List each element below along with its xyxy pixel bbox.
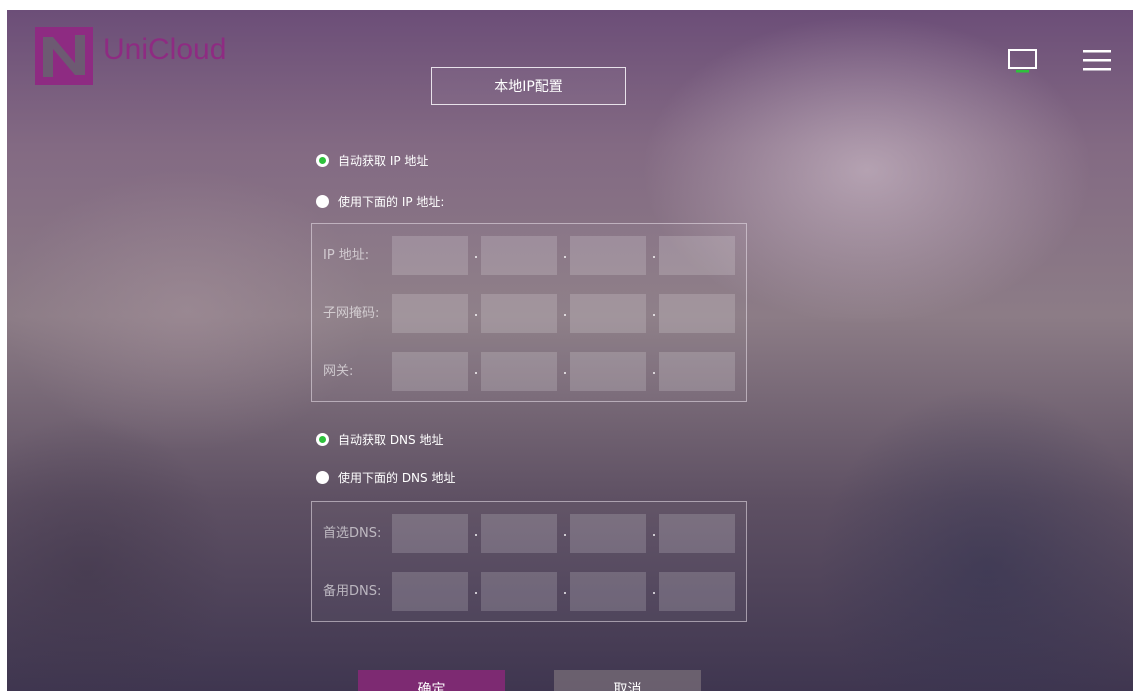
octet-separator: [475, 592, 477, 594]
cancel-button[interactable]: 取消: [554, 670, 701, 691]
alternate-dns-octet-4[interactable]: [659, 572, 735, 611]
octet-separator: [653, 534, 655, 536]
radio-checked-icon: [316, 433, 329, 446]
octet-separator: [653, 256, 655, 258]
octet-separator: [564, 372, 566, 374]
octet-separator: [564, 592, 566, 594]
alternate-dns-row: 备用DNS:: [312, 572, 748, 611]
octet-separator: [653, 372, 655, 374]
dns-manual-radio[interactable]: 使用下面的 DNS 地址: [316, 469, 455, 486]
octet-separator: [564, 534, 566, 536]
octet-separator: [564, 314, 566, 316]
octet-separator: [475, 534, 477, 536]
radio-unchecked-icon: [316, 195, 329, 208]
octet-separator: [564, 256, 566, 258]
preferred-dns-octet-2[interactable]: [481, 514, 557, 553]
preferred-dns-octet-3[interactable]: [570, 514, 646, 553]
ip-address-label: IP 地址:: [323, 248, 370, 263]
ip-auto-radio[interactable]: 自动获取 IP 地址: [316, 152, 428, 169]
octet-separator: [475, 372, 477, 374]
ip-address-row: IP 地址:: [312, 236, 748, 275]
preferred-dns-octet-4[interactable]: [659, 514, 735, 553]
preferred-dns-row: 首选DNS:: [312, 514, 748, 553]
ip-address-octet-1[interactable]: [392, 236, 468, 275]
ip-manual-label: 使用下面的 IP 地址:: [338, 195, 445, 209]
display-icon[interactable]: [1007, 48, 1039, 78]
gateway-octet-1[interactable]: [392, 352, 468, 391]
dns-auto-label: 自动获取 DNS 地址: [338, 433, 444, 447]
app-screen: UniCloud 本地IP配置 自动获取 IP 地址 使用下面的 IP 地址: …: [7, 10, 1133, 691]
gateway-row: 网关:: [312, 352, 748, 391]
subnet-mask-octet-2[interactable]: [481, 294, 557, 333]
dns-settings-panel: 首选DNS: 备用DNS:: [311, 501, 747, 622]
octet-separator: [653, 592, 655, 594]
preferred-dns-octet-1[interactable]: [392, 514, 468, 553]
octet-separator: [475, 314, 477, 316]
dns-auto-radio[interactable]: 自动获取 DNS 地址: [316, 431, 443, 448]
alternate-dns-octet-1[interactable]: [392, 572, 468, 611]
subnet-mask-row: 子网掩码:: [312, 294, 748, 333]
unicloud-logo-icon: [35, 27, 93, 85]
alternate-dns-octet-2[interactable]: [481, 572, 557, 611]
brand-logo: UniCloud: [35, 27, 226, 85]
gateway-octet-2[interactable]: [481, 352, 557, 391]
page-title-button[interactable]: 本地IP配置: [431, 67, 626, 105]
radio-checked-icon: [316, 154, 329, 167]
subnet-mask-octet-4[interactable]: [659, 294, 735, 333]
preferred-dns-label: 首选DNS:: [323, 526, 382, 541]
subnet-mask-octet-1[interactable]: [392, 294, 468, 333]
subnet-mask-label: 子网掩码:: [323, 306, 380, 321]
confirm-button[interactable]: 确定: [358, 670, 505, 691]
ip-settings-panel: IP 地址: 子网掩码: 网关:: [311, 223, 747, 402]
radio-unchecked-icon: [316, 471, 329, 484]
ip-address-octet-2[interactable]: [481, 236, 557, 275]
gateway-octet-3[interactable]: [570, 352, 646, 391]
alternate-dns-octet-3[interactable]: [570, 572, 646, 611]
gateway-octet-4[interactable]: [659, 352, 735, 391]
dns-manual-label: 使用下面的 DNS 地址: [338, 471, 456, 485]
subnet-mask-octet-3[interactable]: [570, 294, 646, 333]
octet-separator: [475, 256, 477, 258]
ip-auto-label: 自动获取 IP 地址: [338, 154, 429, 168]
brand-name: UniCloud: [103, 33, 227, 66]
octet-separator: [653, 314, 655, 316]
ip-address-octet-4[interactable]: [659, 236, 735, 275]
alternate-dns-label: 备用DNS:: [323, 584, 382, 599]
gateway-label: 网关:: [323, 364, 354, 379]
menu-icon[interactable]: [1083, 48, 1111, 72]
ip-address-octet-3[interactable]: [570, 236, 646, 275]
ip-manual-radio[interactable]: 使用下面的 IP 地址:: [316, 193, 444, 210]
